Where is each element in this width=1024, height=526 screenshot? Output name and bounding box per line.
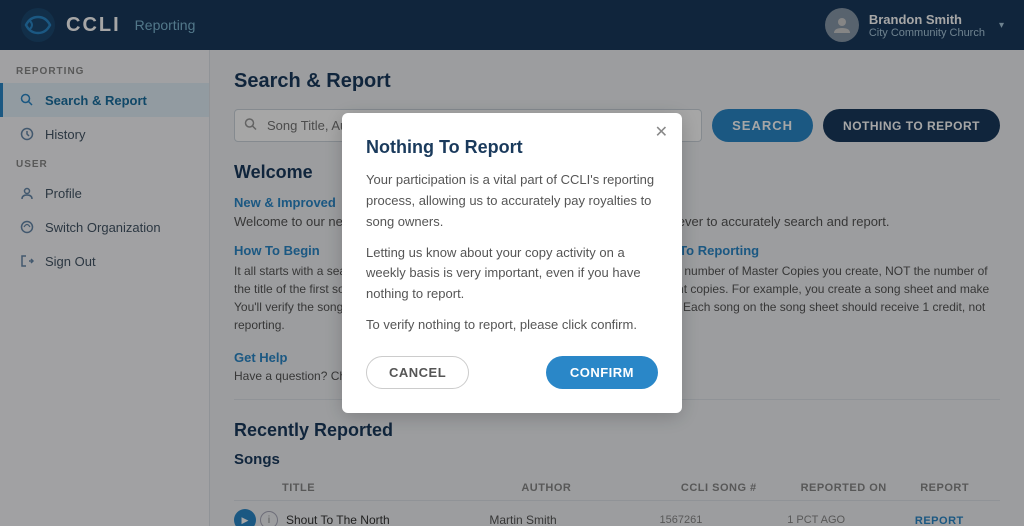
nothing-to-report-modal: ✕ Nothing To Report Your participation i… — [342, 113, 682, 413]
modal-body-1: Your participation is a vital part of CC… — [366, 170, 658, 232]
modal-title: Nothing To Report — [366, 137, 658, 158]
modal-body-3: To verify nothing to report, please clic… — [366, 315, 658, 336]
modal-close-button[interactable]: ✕ — [655, 125, 668, 141]
modal-body-2: Letting us know about your copy activity… — [366, 243, 658, 305]
cancel-button[interactable]: CANCEL — [366, 356, 469, 389]
modal-actions: CANCEL CONFIRM — [366, 356, 658, 389]
modal-body: Your participation is a vital part of CC… — [366, 170, 658, 336]
modal-overlay: ✕ Nothing To Report Your participation i… — [0, 0, 1024, 526]
confirm-button[interactable]: CONFIRM — [546, 356, 658, 389]
